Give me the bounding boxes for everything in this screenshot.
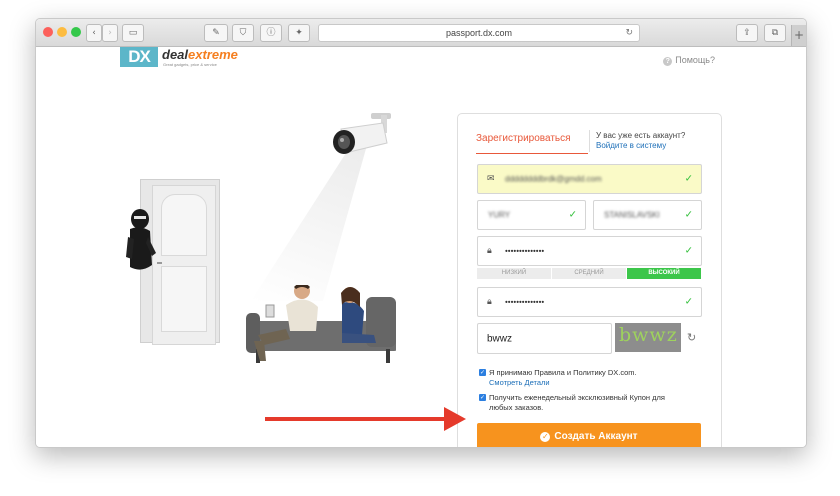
question-icon: ? [663,57,673,66]
tabs-overview-icon[interactable]: ⧉ [764,24,786,42]
login-link[interactable]: Войдите в систему [596,141,685,151]
confirm-password-field[interactable]: 🔒︎ •••••••••••••• ✓ [477,287,702,317]
password-strength-meter: НИЗКИЙ СРЕДНИЙ ВЫСОКИЙ [477,268,701,279]
last-name-value: STANISLAVSKI [604,210,660,220]
logo-mark: DX [120,47,158,67]
shield-icon[interactable]: ⛉ [232,24,254,42]
tab-register[interactable]: Зарегистрироваться [476,133,571,144]
back-icon[interactable]: ‹ [86,24,102,42]
plugin-icon[interactable]: ✦ [288,24,310,42]
hero-illustration [126,109,416,379]
valid-check-icon: ✓ [684,173,693,185]
new-tab-icon[interactable]: + [791,25,806,46]
sidebar-icon[interactable]: ▭ [122,24,144,42]
first-name-value: YURY [488,210,511,220]
captcha-image-text: bwwz [619,324,678,346]
coupon-checkbox[interactable]: ✓ [479,394,486,401]
password-value: •••••••••••••• [505,246,545,256]
captcha-input-value: bwwz [487,333,513,344]
logo-tagline: Great gadgets, price & service [163,62,217,67]
help-label: Помощь? [675,55,715,65]
help-link[interactable]: ? Помощь? [663,55,715,66]
close-window-button[interactable] [43,27,53,37]
info-icon[interactable]: ⓘ [260,24,282,42]
annotation-arrow-shaft [265,417,449,421]
captcha-image: bwwz [615,323,681,352]
couple-on-sofa [246,285,396,363]
registration-card: Зарегистрироваться У вас уже есть аккаун… [457,113,722,447]
forward-icon[interactable]: › [102,24,118,42]
address-bar[interactable]: passport.dx.com ↻ [318,24,640,42]
reload-icon[interactable]: ↻ [625,25,633,41]
valid-check-icon: ✓ [684,209,693,221]
page-content: DX dealextreme Great gadgets, price & se… [36,47,806,447]
have-account-text: У вас уже есть аккаунт? [596,131,686,140]
door [152,185,216,345]
create-account-label: Создать Аккаунт [554,431,638,442]
email-value: ddddddddbrdk@gmdd.com [505,174,602,184]
active-tab-underline [476,153,588,154]
valid-check-icon: ✓ [684,296,693,308]
agree-text: Я принимаю Правила и Политику DX.com. [489,368,637,377]
browser-window: ‹ › ▭ ✎ ⛉ ⓘ ✦ passport.dx.com ↻ ⇪ ⧉ + DX… [35,18,807,448]
minimize-window-button[interactable] [57,27,67,37]
refresh-captcha-icon[interactable]: ↻ [687,331,696,344]
lock-icon: 🔒︎ [487,297,492,307]
confirm-password-value: •••••••••••••• [505,297,545,307]
share-icon[interactable]: ⇪ [736,24,758,42]
logo-wordmark: dealextreme [162,47,238,62]
tab-divider [589,130,590,152]
zoom-window-button[interactable] [71,27,81,37]
valid-check-icon: ✓ [568,209,577,221]
last-name-field[interactable]: STANISLAVSKI ✓ [593,200,702,230]
email-field[interactable]: ✉ ddddddddbrdk@gmdd.com ✓ [477,164,702,194]
strength-high: ВЫСОКИЙ [627,268,701,279]
first-name-field[interactable]: YURY ✓ [477,200,586,230]
strength-medium: СРЕДНИЙ [552,268,626,279]
burglar-figure [126,209,156,270]
envelope-icon: ✉ [487,174,495,184]
strength-low: НИЗКИЙ [477,268,551,279]
check-circle-icon: ✓ [540,432,551,442]
agree-label: Я принимаю Правила и Политику DX.com. См… [489,368,699,387]
password-field[interactable]: 🔒︎ •••••••••••••• ✓ [477,236,702,266]
lock-icon: 🔒︎ [487,246,492,256]
coupon-label: Получить еженедельный эксклюзивный Купон… [489,393,665,412]
view-details-link[interactable]: Смотреть Детали [489,378,699,388]
agree-checkbox[interactable]: ✓ [479,369,486,376]
url-text: passport.dx.com [445,28,513,38]
browser-toolbar: ‹ › ▭ ✎ ⛉ ⓘ ✦ passport.dx.com ↻ ⇪ ⧉ + [36,19,806,47]
valid-check-icon: ✓ [684,245,693,257]
captcha-input[interactable]: bwwz [477,323,612,354]
dealextreme-logo[interactable]: DX dealextreme Great gadgets, price & se… [120,47,240,71]
security-camera [333,113,391,154]
annotation-arrow-head [444,407,466,431]
login-prompt: У вас уже есть аккаунт? Войдите в систем… [596,131,685,151]
extension-icon[interactable]: ✎ [204,24,228,42]
create-account-button[interactable]: ✓ Создать Аккаунт [477,423,701,447]
